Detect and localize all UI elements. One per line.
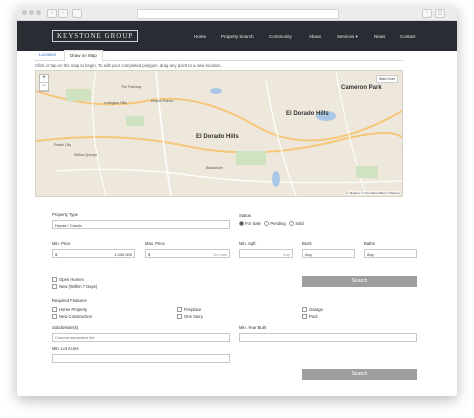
status-for-sale-radio[interactable] (239, 221, 244, 227)
new-listing-option[interactable]: New (Within 7 Days) (52, 284, 98, 290)
tab-location[interactable]: Location (34, 50, 61, 60)
map-label: Empire Ranch (151, 99, 174, 103)
open-homes-option[interactable]: Open Homes (52, 277, 84, 283)
open-homes-checkbox[interactable] (52, 277, 57, 283)
site-logo[interactable]: KEYSTONE GROUP (52, 30, 139, 42)
zoom-in-button[interactable]: + (40, 75, 48, 83)
feature-label: New Construction (59, 314, 93, 319)
browser-chrome: ‹ › ↑ ▢ (17, 6, 457, 21)
feature-label: Garage (309, 307, 323, 312)
baths-label: Baths (364, 241, 375, 246)
feature-checkbox[interactable] (177, 314, 182, 320)
tabs-icon[interactable]: ▢ (435, 9, 445, 18)
feature-label: Fireplace (184, 307, 202, 312)
nav-about[interactable]: About (309, 34, 321, 39)
subdivision-label: Subdivision(s) (52, 325, 79, 330)
map-label: Blackstone (206, 166, 224, 170)
status-pending-label: Pending (270, 221, 286, 226)
status-sold-label: Sold (295, 221, 304, 226)
subdivision-input[interactable] (52, 333, 230, 342)
map-label: The Parkway (121, 85, 142, 89)
map-label: El Dorado Hills (286, 111, 329, 117)
feature-checkbox[interactable] (52, 314, 57, 320)
min-price-currency: $ (55, 252, 58, 257)
zoom-out-button[interactable]: − (40, 83, 48, 91)
feature-option[interactable]: Pool (302, 314, 318, 320)
property-type-label: Property Type (52, 212, 78, 217)
map-instructions: Click or tap on the map to begin. To edi… (35, 63, 222, 68)
max-price-label: Max. Price (145, 241, 165, 246)
status-label: Status (239, 213, 251, 218)
nav-news[interactable]: News (374, 34, 385, 39)
max-price-currency: $ (148, 252, 151, 257)
feature-option[interactable]: Horse Property (52, 307, 88, 313)
min-lot-input[interactable] (52, 354, 230, 363)
min-year-input[interactable] (239, 333, 417, 342)
minimize-dot[interactable] (29, 10, 34, 15)
sidebar-icon[interactable] (72, 9, 82, 18)
status-options: For Sale Pending Sold (239, 221, 304, 227)
new-listing-label: New (Within 7 Days) (59, 284, 98, 289)
feature-checkbox[interactable] (302, 307, 307, 313)
back-icon[interactable]: ‹ (47, 9, 57, 18)
feature-label: One Story (184, 314, 203, 319)
maximize-dot[interactable] (36, 10, 41, 15)
min-price-input[interactable]: $ 1,000,000 (52, 249, 135, 258)
map-attribution[interactable]: © Mapbox © OpenStreetMap © Mapbox (346, 191, 400, 195)
feature-label: Pool (309, 314, 318, 319)
search-tabs: Location Draw on Map (34, 50, 404, 62)
search-button[interactable]: Search (302, 276, 417, 287)
close-dot[interactable] (22, 10, 27, 15)
feature-option[interactable]: Fireplace (177, 307, 202, 313)
share-icon[interactable]: ↑ (422, 9, 432, 18)
feature-checkbox[interactable] (52, 307, 57, 313)
nav-property-search[interactable]: Property Search (221, 34, 254, 39)
feature-option[interactable]: One Story (177, 314, 203, 320)
feature-checkbox[interactable] (177, 307, 182, 313)
min-lot-label: Min. Lot Acres (52, 346, 79, 351)
open-homes-label: Open Homes (59, 277, 84, 282)
map-label: Lexington Hills (104, 101, 127, 105)
max-price-input[interactable]: $ No max (145, 249, 230, 258)
zoom-control: + − (39, 74, 49, 92)
feature-option[interactable]: New Construction (52, 314, 93, 320)
min-sqft-input[interactable]: Any (239, 249, 293, 258)
min-year-label: Min. Year Built (239, 325, 266, 330)
baths-select[interactable]: Any (364, 249, 417, 258)
nav-contact[interactable]: Contact (400, 34, 416, 39)
min-price-value: 1,000,000 (114, 252, 132, 257)
search-button-bottom[interactable]: Search (302, 369, 417, 380)
nav-services[interactable]: Services ▾ (337, 34, 358, 40)
status-pending-radio[interactable] (264, 221, 270, 227)
tab-draw-on-map[interactable]: Draw on Map (64, 50, 103, 62)
map-label: Cameron Park (341, 85, 382, 91)
nav-community[interactable]: Community (269, 34, 292, 39)
beds-select[interactable]: Any (302, 249, 355, 258)
feature-label: Horse Property (59, 307, 88, 312)
max-price-placeholder: No max (213, 252, 227, 257)
nav-home[interactable]: Home (194, 34, 206, 39)
beds-label: Beds (302, 241, 312, 246)
site-header: KEYSTONE GROUP Home Property Search Comm… (17, 21, 457, 51)
forward-icon[interactable]: › (58, 9, 68, 18)
map-label: Willow Springs (74, 153, 97, 157)
status-for-sale-label: For Sale (245, 221, 261, 226)
feature-checkbox[interactable] (302, 314, 307, 320)
new-listing-checkbox[interactable] (52, 284, 57, 290)
property-type-select[interactable]: House / Condo (52, 220, 230, 229)
features-label: Required Features (52, 298, 87, 303)
start-over-button[interactable]: Start Over (376, 75, 398, 83)
status-sold-radio[interactable] (289, 221, 295, 227)
min-sqft-label: Min. Sqft. (239, 241, 257, 246)
min-price-label: Min. Price (52, 241, 71, 246)
address-bar[interactable] (137, 9, 339, 19)
map[interactable]: + − Start Over El Dorado Hills Cameron P… (35, 70, 403, 197)
map-label: Prairie City (54, 143, 72, 147)
map-label: El Dorado Hills (196, 134, 239, 140)
feature-option[interactable]: Garage (302, 307, 323, 313)
